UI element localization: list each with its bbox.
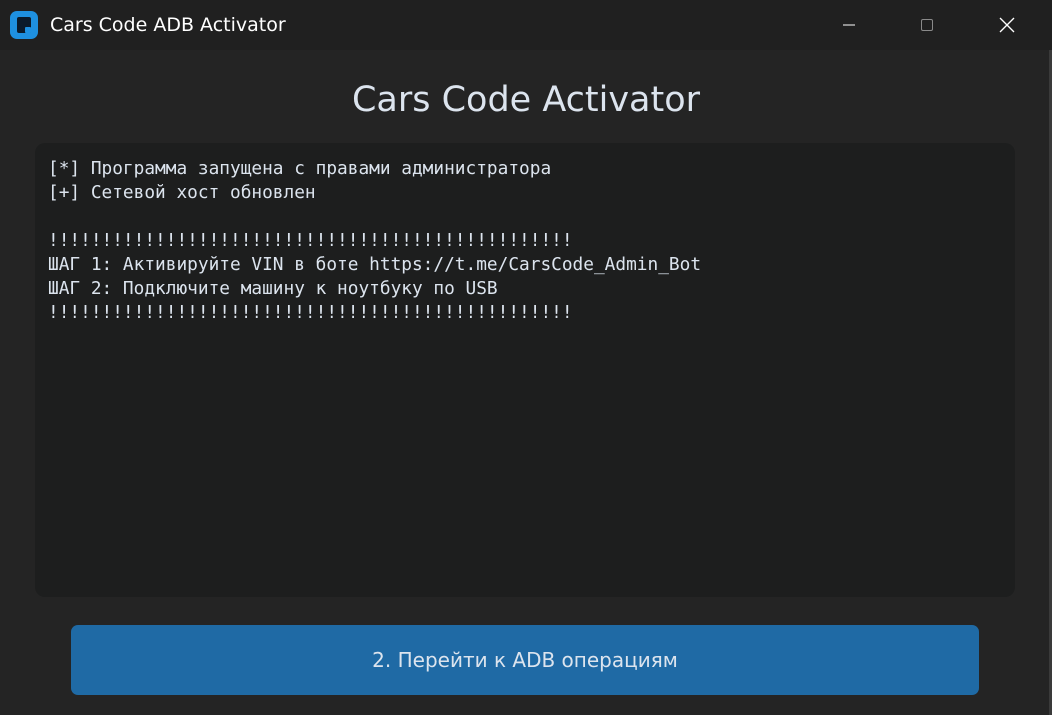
app-logo-icon — [10, 11, 38, 39]
console-output[interactable]: [*] Программа запущена с правами админис… — [35, 143, 1015, 597]
console-line: [+] Сетевой хост обновлен — [48, 182, 316, 203]
console-line: ШАГ 2: Подключите машину к ноутбуку по U… — [48, 278, 498, 299]
console-line: ШАГ 1: Активируйте VIN в боте https://t.… — [48, 254, 702, 275]
close-icon — [999, 17, 1015, 33]
go-to-adb-operations-button[interactable]: 2. Перейти к ADB операциям — [71, 625, 979, 695]
page-title: Cars Code Activator — [351, 80, 701, 120]
close-button[interactable] — [978, 0, 1036, 50]
console-line: !!!!!!!!!!!!!!!!!!!!!!!!!!!!!!!!!!!!!!!!… — [48, 230, 573, 251]
minimize-icon — [843, 24, 855, 26]
maximize-button[interactable] — [898, 0, 956, 50]
go-to-adb-operations-label: 2. Перейти к ADB операциям — [372, 648, 678, 672]
window-title: Cars Code ADB Activator — [50, 14, 286, 36]
maximize-icon — [921, 19, 933, 31]
console-line: !!!!!!!!!!!!!!!!!!!!!!!!!!!!!!!!!!!!!!!!… — [48, 302, 573, 323]
console-line: [*] Программа запущена с правами админис… — [48, 158, 552, 179]
title-bar[interactable]: Cars Code ADB Activator — [0, 0, 1052, 50]
app-window: Cars Code ADB Activator Cars Code Activa… — [0, 0, 1052, 715]
minimize-button[interactable] — [820, 0, 878, 50]
